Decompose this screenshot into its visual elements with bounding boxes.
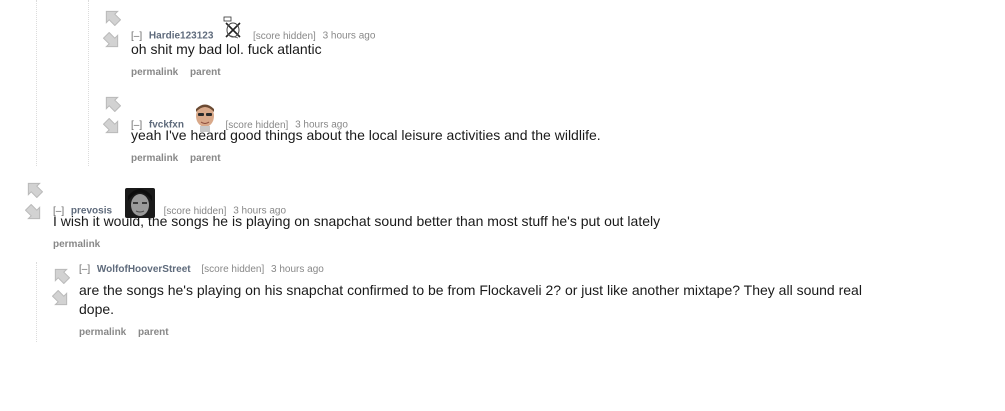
- comment-body: are the songs he's playing on his snapch…: [79, 282, 862, 317]
- comment-tagline: [–] prevosis [score hidden] 3 hours ago: [53, 188, 286, 218]
- comment-body: yeah I've heard good things about the lo…: [131, 127, 601, 143]
- comment-prevosis: [–] prevosis [score hidden] 3 hours ago …: [0, 172, 1005, 258]
- permalink-link[interactable]: permalink: [131, 67, 178, 78]
- comment-fvckfxn: [–] fvckfxn [score hidden] 3 hours ago y…: [0, 86, 1005, 172]
- parent-link[interactable]: parent: [190, 153, 221, 164]
- comment-buttons: permalink parent: [131, 153, 230, 164]
- downvote-arrow-icon[interactable]: [25, 204, 43, 222]
- downvote-arrow-icon[interactable]: [103, 32, 121, 50]
- parent-link[interactable]: parent: [190, 67, 221, 78]
- comment-wolfofhooverstreet: [–] WolfofHooverStreet [score hidden] 3 …: [0, 258, 1005, 358]
- score-hidden: [score hidden]: [201, 264, 265, 275]
- upvote-arrow-icon[interactable]: [103, 94, 121, 112]
- upvote-arrow-icon[interactable]: [52, 266, 70, 284]
- author-link[interactable]: WolfofHooverStreet: [97, 264, 191, 275]
- comment-buttons: permalink parent: [79, 327, 178, 338]
- comment-buttons: permalink: [53, 239, 109, 250]
- parent-link[interactable]: parent: [138, 327, 169, 338]
- comment-tagline: [–] fvckfxn [score hidden] 3 hours ago: [131, 104, 348, 132]
- permalink-link[interactable]: permalink: [53, 239, 100, 250]
- comment-time: 3 hours ago: [322, 30, 376, 42]
- downvote-arrow-icon[interactable]: [52, 290, 70, 308]
- comment-body: oh shit my bad lol. fuck atlantic: [131, 41, 322, 57]
- upvote-arrow-icon[interactable]: [103, 8, 121, 26]
- collapse-toggle[interactable]: [–]: [79, 264, 90, 275]
- comment-time: 3 hours ago: [271, 264, 324, 275]
- comment-hardie123123: [–] Hardie123123 [score hidden] 3 hours …: [0, 0, 1005, 86]
- comment-tagline: [–] WolfofHooverStreet [score hidden] 3 …: [79, 263, 324, 277]
- comment-body: I wish it would, the songs he is playing…: [53, 213, 661, 229]
- comment-buttons: permalink parent: [131, 67, 230, 78]
- permalink-link[interactable]: permalink: [79, 327, 126, 338]
- permalink-link[interactable]: permalink: [131, 153, 178, 164]
- comment-tagline: [–] Hardie123123 [score hidden] 3 hours …: [131, 16, 375, 42]
- upvote-arrow-icon[interactable]: [25, 180, 43, 198]
- downvote-arrow-icon[interactable]: [103, 118, 121, 136]
